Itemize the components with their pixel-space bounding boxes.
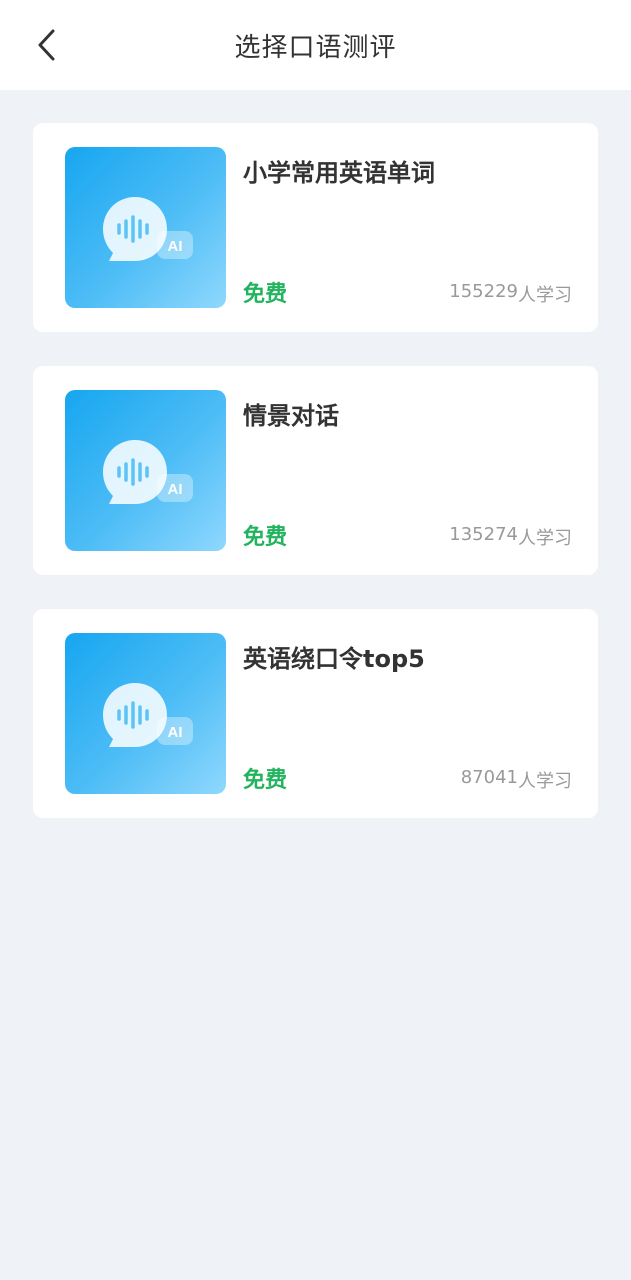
learner-count: 155229 人学习 [449, 281, 572, 307]
svg-text:AI: AI [168, 481, 183, 498]
course-thumbnail: AI [65, 390, 226, 551]
learner-suffix: 人学习 [518, 528, 572, 549]
course-title: 小学常用英语单词 [243, 159, 435, 187]
learner-number: 155229 [449, 281, 518, 302]
course-list: AI 小学常用英语单词 免费 155229 人学习 AI 情景对话 免费 135… [33, 123, 598, 852]
price-label: 免费 [243, 282, 288, 307]
svg-text:AI: AI [168, 238, 183, 255]
top-bar: 选择口语测评 [0, 0, 631, 90]
course-title: 英语绕口令top5 [243, 645, 425, 673]
course-thumbnail: AI [65, 147, 226, 308]
learner-count: 135274 人学习 [449, 524, 572, 550]
learner-number: 135274 [449, 524, 518, 545]
learner-count: 87041 人学习 [461, 767, 572, 793]
page-title: 选择口语测评 [234, 32, 397, 63]
learner-number: 87041 [460, 767, 518, 788]
chevron-left-icon [38, 29, 55, 61]
ai-voice-bubble-icon: AI [103, 197, 193, 261]
back-button[interactable] [26, 24, 66, 66]
learner-suffix: 人学习 [518, 285, 572, 306]
course-thumbnail: AI [65, 633, 226, 794]
course-title: 情景对话 [243, 402, 339, 430]
course-card[interactable]: AI 小学常用英语单词 免费 155229 人学习 [33, 123, 598, 332]
course-card[interactable]: AI 情景对话 免费 135274 人学习 [33, 366, 598, 575]
learner-suffix: 人学习 [518, 771, 572, 792]
ai-voice-bubble-icon: AI [103, 440, 193, 504]
price-label: 免费 [243, 768, 288, 793]
price-label: 免费 [243, 525, 288, 550]
ai-voice-bubble-icon: AI [103, 683, 193, 747]
course-card[interactable]: AI 英语绕口令top5 免费 87041 人学习 [33, 609, 598, 818]
svg-text:AI: AI [168, 724, 183, 741]
